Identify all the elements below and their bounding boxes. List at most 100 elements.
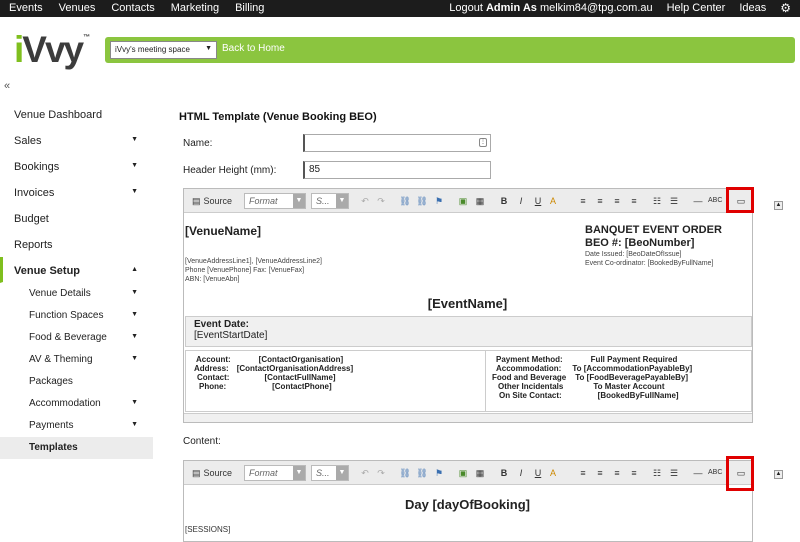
collapse-sidebar-icon[interactable]: « (4, 80, 10, 92)
italic-icon[interactable]: I (514, 194, 528, 208)
spellcheck-icon[interactable]: ABC (708, 466, 722, 480)
nav-venues[interactable]: Venues (59, 2, 96, 14)
anchor-flag-icon[interactable]: ⚑ (432, 194, 446, 208)
nav-billing[interactable]: Billing (235, 2, 264, 14)
format-dropdown[interactable]: Format ▼ (244, 465, 306, 481)
align-right-icon[interactable]: ≡ (610, 466, 624, 480)
redo-icon[interactable]: ↷ (374, 466, 388, 480)
format-dropdown[interactable]: Format ▼ (244, 193, 306, 209)
table-icon[interactable]: ▦ (473, 466, 487, 480)
gear-icon[interactable]: ⚙ (780, 2, 791, 14)
bullet-list-icon[interactable]: ☰ (667, 194, 681, 208)
sidebar-item-sales[interactable]: Sales ▼ (0, 127, 153, 153)
table-icon[interactable]: ▦ (473, 194, 487, 208)
header-height-input[interactable]: 85 (303, 161, 491, 179)
table-row: Food and Beverage To [FoodBeveragePayable… (492, 373, 689, 382)
name-input[interactable]: ⋮ (303, 134, 491, 152)
content-editor[interactable]: ▤ Source Format ▼ S... ▼ ↶ ↷ ⛓ ⛓ ⚑ ▣ ▦ B I … (183, 460, 753, 542)
name-label: Name: (183, 138, 213, 149)
styles-dropdown[interactable]: S... ▼ (311, 193, 349, 209)
header-height-label: Header Height (mm): (183, 165, 277, 176)
caret-down-icon: ▼ (131, 399, 138, 406)
anchor-flag-icon[interactable]: ⚑ (432, 466, 446, 480)
underline-icon[interactable]: U (531, 194, 545, 208)
dropdown-arrow-icon: ▼ (336, 466, 348, 480)
coordinator-token: Event Co-ordinator: [BookedByFullName] (585, 260, 714, 267)
sidebar-subitem-av-theming[interactable]: AV & Theming ▼ (0, 349, 153, 371)
back-to-home-link[interactable]: Back to Home (222, 43, 285, 54)
undo-icon[interactable]: ↶ (358, 194, 372, 208)
undo-icon[interactable]: ↶ (358, 466, 372, 480)
align-center-icon[interactable]: ≡ (593, 194, 607, 208)
sidebar-item-reports[interactable]: Reports (0, 231, 153, 257)
ivvy-logo[interactable]: iVvy ™ (14, 29, 90, 71)
scroll-up-icon[interactable]: ▲ (774, 201, 783, 210)
sidebar-item-bookings[interactable]: Bookings ▼ (0, 153, 153, 179)
day-token: Day [dayOfBooking] (405, 497, 530, 512)
nav-events[interactable]: Events (9, 2, 43, 14)
header-editor[interactable]: ▤ Source Format ▼ S... ▼ ↶ ↷ ⛓ ⛓ ⚑ ▣ ▦ B I … (183, 188, 753, 423)
horizontal-rule-icon[interactable]: — (691, 466, 705, 480)
highlight-box (726, 187, 754, 213)
italic-icon[interactable]: I (514, 466, 528, 480)
help-center-link[interactable]: Help Center (667, 2, 726, 14)
link-icon[interactable]: ⛓ (398, 466, 412, 480)
underline-icon[interactable]: U (531, 466, 545, 480)
align-right-icon[interactable]: ≡ (610, 194, 624, 208)
sidebar: Venue Dashboard Sales ▼ Bookings ▼ Invoice… (0, 101, 153, 459)
source-button[interactable]: ▤ Source (192, 466, 232, 480)
caret-down-icon: ▼ (131, 136, 138, 143)
sidebar-item-invoices[interactable]: Invoices ▼ (0, 179, 153, 205)
dropdown-arrow-icon: ▼ (293, 194, 305, 208)
numbered-list-icon[interactable]: ☷ (650, 194, 664, 208)
horizontal-scrollbar[interactable] (184, 413, 752, 422)
styles-dropdown[interactable]: S... ▼ (311, 465, 349, 481)
editor-content[interactable]: Day [dayOfBooking] [SESSIONS] (184, 485, 752, 541)
scroll-up-icon[interactable]: ▲ (774, 470, 783, 479)
sidebar-item-venue-setup[interactable]: Venue Setup ▲ (0, 257, 153, 283)
table-row: On Site Contact: [BookedByFullName] (499, 391, 679, 400)
space-select[interactable]: iVvy's meeting space ▼ (110, 41, 217, 59)
sidebar-subitem-food-beverage[interactable]: Food & Beverage ▼ (0, 327, 153, 349)
sidebar-item-budget[interactable]: Budget (0, 205, 153, 231)
spellcheck-icon[interactable]: ABC (708, 194, 722, 208)
sidebar-subitem-function-spaces[interactable]: Function Spaces ▼ (0, 305, 153, 327)
unlink-icon[interactable]: ⛓ (415, 194, 429, 208)
link-icon[interactable]: ⛓ (398, 194, 412, 208)
image-icon[interactable]: ▣ (456, 466, 470, 480)
caret-down-icon: ▼ (131, 162, 138, 169)
sidebar-subitem-packages[interactable]: Packages (0, 371, 153, 393)
source-button[interactable]: ▤ Source (192, 194, 232, 208)
justify-icon[interactable]: ≡ (627, 466, 641, 480)
bold-icon[interactable]: B (497, 466, 511, 480)
justify-icon[interactable]: ≡ (627, 194, 641, 208)
venue-abn-token: ABN: [VenueAbn] (185, 276, 240, 283)
event-date-box: Event Date: [EventStartDate] (185, 316, 752, 347)
caret-down-icon: ▼ (131, 188, 138, 195)
align-left-icon[interactable]: ≡ (576, 466, 590, 480)
nav-marketing[interactable]: Marketing (171, 2, 219, 14)
bold-icon[interactable]: B (497, 194, 511, 208)
bullet-list-icon[interactable]: ☰ (667, 466, 681, 480)
numbered-list-icon[interactable]: ☷ (650, 466, 664, 480)
unlink-icon[interactable]: ⛓ (415, 466, 429, 480)
horizontal-rule-icon[interactable]: — (691, 194, 705, 208)
text-color-icon[interactable]: A (546, 194, 560, 208)
sidebar-subitem-venue-details[interactable]: Venue Details ▼ (0, 283, 153, 305)
align-center-icon[interactable]: ≡ (593, 466, 607, 480)
ideas-link[interactable]: Ideas (739, 2, 766, 14)
sidebar-subitem-templates[interactable]: Templates (0, 437, 153, 459)
sessions-token: [SESSIONS] (185, 525, 231, 534)
redo-icon[interactable]: ↷ (374, 194, 388, 208)
editor-content[interactable]: [VenueName] [VenueAddressLine1], [VenueA… (184, 213, 752, 422)
text-color-icon[interactable]: A (546, 466, 560, 480)
sidebar-subitem-accommodation[interactable]: Accommodation ▼ (0, 393, 153, 415)
sidebar-subitem-payments[interactable]: Payments ▼ (0, 415, 153, 437)
logout-link[interactable]: Logout Admin As melkim84@tpg.com.au (449, 2, 652, 14)
image-icon[interactable]: ▣ (456, 194, 470, 208)
align-left-icon[interactable]: ≡ (576, 194, 590, 208)
page-title: HTML Template (Venue Booking BEO) (179, 111, 377, 123)
nav-contacts[interactable]: Contacts (111, 2, 154, 14)
top-nav-bar: Events Venues Contacts Marketing Billing… (0, 0, 800, 17)
sidebar-item-venue-dashboard[interactable]: Venue Dashboard (0, 101, 153, 127)
